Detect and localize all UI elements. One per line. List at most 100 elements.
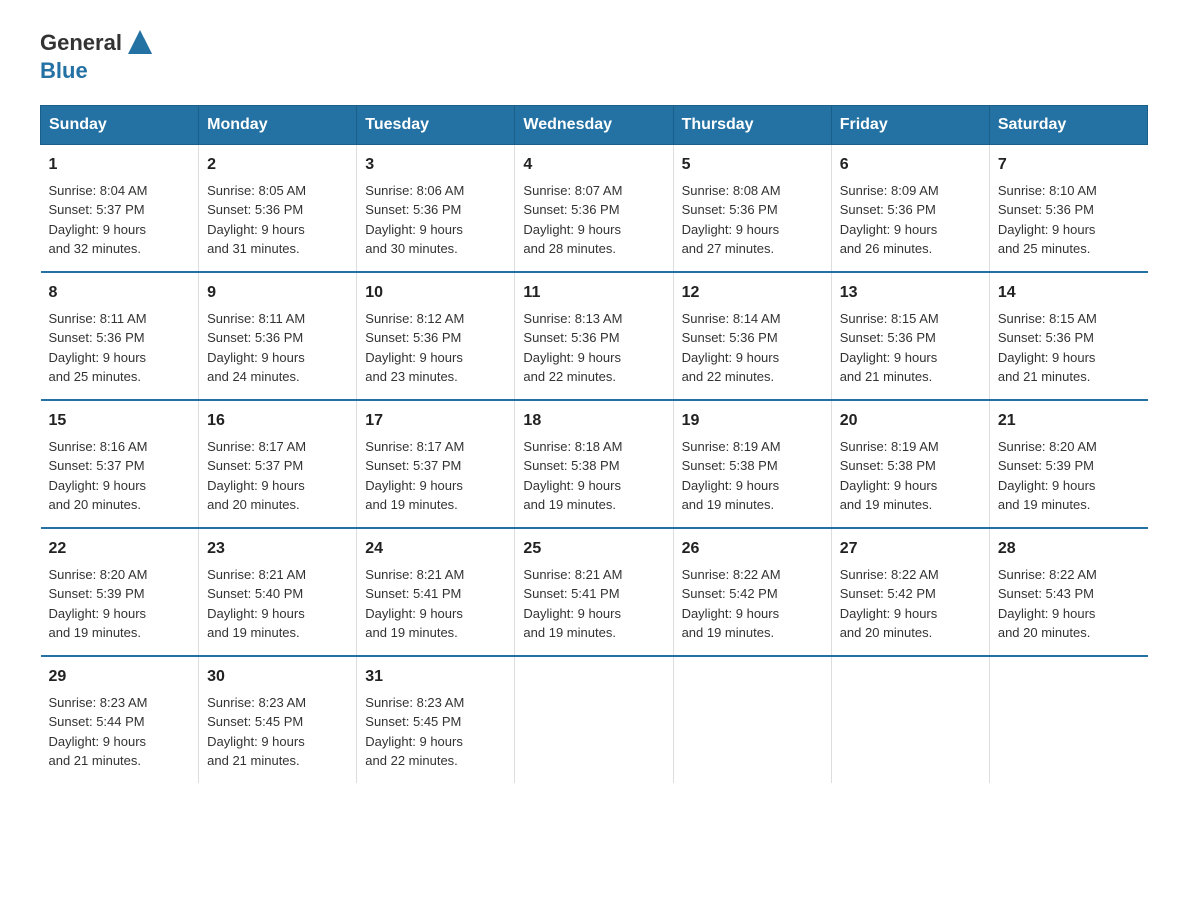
day-cell: 13 Sunrise: 8:15 AMSunset: 5:36 PMDayligh… (831, 272, 989, 400)
page-header: General Blue (40, 30, 1148, 85)
day-info: Sunrise: 8:13 AMSunset: 5:36 PMDaylight:… (523, 309, 664, 387)
day-number: 13 (840, 281, 981, 305)
day-cell (989, 656, 1147, 783)
day-number: 7 (998, 153, 1140, 177)
day-number: 18 (523, 409, 664, 433)
day-info: Sunrise: 8:19 AMSunset: 5:38 PMDaylight:… (682, 437, 823, 515)
day-number: 22 (49, 537, 191, 561)
day-cell: 28 Sunrise: 8:22 AMSunset: 5:43 PMDayligh… (989, 528, 1147, 656)
day-number: 23 (207, 537, 348, 561)
day-cell: 17 Sunrise: 8:17 AMSunset: 5:37 PMDayligh… (357, 400, 515, 528)
day-info: Sunrise: 8:21 AMSunset: 5:40 PMDaylight:… (207, 565, 348, 643)
logo-icon (124, 26, 156, 58)
calendar-body: 1Sunrise: 8:04 AMSunset: 5:37 PMDaylight… (41, 144, 1148, 783)
header-cell-tuesday: Tuesday (357, 105, 515, 144)
day-number: 4 (523, 153, 664, 177)
day-number: 25 (523, 537, 664, 561)
day-number: 11 (523, 281, 664, 305)
day-cell (831, 656, 989, 783)
day-cell: 26 Sunrise: 8:22 AMSunset: 5:42 PMDayligh… (673, 528, 831, 656)
day-cell: 7 Sunrise: 8:10 AMSunset: 5:36 PMDaylight… (989, 144, 1147, 272)
day-number: 15 (49, 409, 191, 433)
day-info: Sunrise: 8:22 AMSunset: 5:42 PMDaylight:… (682, 565, 823, 643)
day-cell: 25Sunrise: 8:21 AMSunset: 5:41 PMDayligh… (515, 528, 673, 656)
day-cell: 6 Sunrise: 8:09 AMSunset: 5:36 PMDaylight… (831, 144, 989, 272)
day-number: 6 (840, 153, 981, 177)
week-row-3: 15 Sunrise: 8:16 AMSunset: 5:37 PMDayligh… (41, 400, 1148, 528)
day-number: 19 (682, 409, 823, 433)
day-info: Sunrise: 8:18 AMSunset: 5:38 PMDaylight:… (523, 437, 664, 515)
day-number: 12 (682, 281, 823, 305)
day-info: Sunrise: 8:12 AMSunset: 5:36 PMDaylight:… (365, 309, 506, 387)
day-cell: 19 Sunrise: 8:19 AMSunset: 5:38 PMDayligh… (673, 400, 831, 528)
day-info: Sunrise: 8:05 AMSunset: 5:36 PMDaylight:… (207, 181, 348, 259)
header-cell-sunday: Sunday (41, 105, 199, 144)
day-number: 24 (365, 537, 506, 561)
calendar-table: SundayMondayTuesdayWednesdayThursdayFrid… (40, 105, 1148, 783)
day-cell: 11 Sunrise: 8:13 AMSunset: 5:36 PMDayligh… (515, 272, 673, 400)
day-cell: 4 Sunrise: 8:07 AMSunset: 5:36 PMDaylight… (515, 144, 673, 272)
day-info: Sunrise: 8:11 AMSunset: 5:36 PMDaylight:… (207, 309, 348, 387)
day-cell: 12 Sunrise: 8:14 AMSunset: 5:36 PMDayligh… (673, 272, 831, 400)
day-cell: 8 Sunrise: 8:11 AMSunset: 5:36 PMDaylight… (41, 272, 199, 400)
header-cell-monday: Monday (199, 105, 357, 144)
day-info: Sunrise: 8:17 AMSunset: 5:37 PMDaylight:… (207, 437, 348, 515)
day-number: 26 (682, 537, 823, 561)
day-cell: 31Sunrise: 8:23 AMSunset: 5:45 PMDayligh… (357, 656, 515, 783)
day-number: 28 (998, 537, 1140, 561)
week-row-5: 29 Sunrise: 8:23 AMSunset: 5:44 PMDayligh… (41, 656, 1148, 783)
day-info: Sunrise: 8:15 AMSunset: 5:36 PMDaylight:… (998, 309, 1140, 387)
day-cell: 24Sunrise: 8:21 AMSunset: 5:41 PMDayligh… (357, 528, 515, 656)
day-number: 17 (365, 409, 506, 433)
day-number: 27 (840, 537, 981, 561)
day-info: Sunrise: 8:22 AMSunset: 5:42 PMDaylight:… (840, 565, 981, 643)
day-cell: 30Sunrise: 8:23 AMSunset: 5:45 PMDayligh… (199, 656, 357, 783)
header-cell-friday: Friday (831, 105, 989, 144)
day-info: Sunrise: 8:14 AMSunset: 5:36 PMDaylight:… (682, 309, 823, 387)
day-number: 2 (207, 153, 348, 177)
header-cell-saturday: Saturday (989, 105, 1147, 144)
day-cell: 5 Sunrise: 8:08 AMSunset: 5:36 PMDaylight… (673, 144, 831, 272)
day-info: Sunrise: 8:23 AMSunset: 5:44 PMDaylight:… (49, 693, 191, 771)
week-row-4: 22 Sunrise: 8:20 AMSunset: 5:39 PMDayligh… (41, 528, 1148, 656)
day-info: Sunrise: 8:17 AMSunset: 5:37 PMDaylight:… (365, 437, 506, 515)
day-cell (515, 656, 673, 783)
day-cell: 2 Sunrise: 8:05 AMSunset: 5:36 PMDaylight… (199, 144, 357, 272)
day-number: 29 (49, 665, 191, 689)
logo-blue-text: Blue (40, 58, 88, 83)
day-number: 30 (207, 665, 348, 689)
day-info: Sunrise: 8:08 AMSunset: 5:36 PMDaylight:… (682, 181, 823, 259)
logo: General Blue (40, 30, 156, 85)
day-info: Sunrise: 8:09 AMSunset: 5:36 PMDaylight:… (840, 181, 981, 259)
day-cell: 1Sunrise: 8:04 AMSunset: 5:37 PMDaylight… (41, 144, 199, 272)
day-info: Sunrise: 8:11 AMSunset: 5:36 PMDaylight:… (49, 309, 191, 387)
day-number: 3 (365, 153, 506, 177)
calendar-header: SundayMondayTuesdayWednesdayThursdayFrid… (41, 105, 1148, 144)
day-info: Sunrise: 8:20 AMSunset: 5:39 PMDaylight:… (49, 565, 191, 643)
day-number: 10 (365, 281, 506, 305)
day-cell: 3Sunrise: 8:06 AMSunset: 5:36 PMDaylight… (357, 144, 515, 272)
day-info: Sunrise: 8:10 AMSunset: 5:36 PMDaylight:… (998, 181, 1140, 259)
day-number: 14 (998, 281, 1140, 305)
day-number: 16 (207, 409, 348, 433)
header-cell-wednesday: Wednesday (515, 105, 673, 144)
week-row-2: 8 Sunrise: 8:11 AMSunset: 5:36 PMDaylight… (41, 272, 1148, 400)
day-info: Sunrise: 8:23 AMSunset: 5:45 PMDaylight:… (365, 693, 506, 771)
day-info: Sunrise: 8:19 AMSunset: 5:38 PMDaylight:… (840, 437, 981, 515)
day-number: 8 (49, 281, 191, 305)
day-cell: 21Sunrise: 8:20 AMSunset: 5:39 PMDayligh… (989, 400, 1147, 528)
day-cell: 29 Sunrise: 8:23 AMSunset: 5:44 PMDayligh… (41, 656, 199, 783)
week-row-1: 1Sunrise: 8:04 AMSunset: 5:37 PMDaylight… (41, 144, 1148, 272)
day-number: 5 (682, 153, 823, 177)
day-number: 9 (207, 281, 348, 305)
day-info: Sunrise: 8:16 AMSunset: 5:37 PMDaylight:… (49, 437, 191, 515)
day-cell: 27 Sunrise: 8:22 AMSunset: 5:42 PMDayligh… (831, 528, 989, 656)
day-cell: 23 Sunrise: 8:21 AMSunset: 5:40 PMDayligh… (199, 528, 357, 656)
day-cell: 20Sunrise: 8:19 AMSunset: 5:38 PMDayligh… (831, 400, 989, 528)
day-info: Sunrise: 8:07 AMSunset: 5:36 PMDaylight:… (523, 181, 664, 259)
day-cell: 22 Sunrise: 8:20 AMSunset: 5:39 PMDayligh… (41, 528, 199, 656)
day-cell: 14 Sunrise: 8:15 AMSunset: 5:36 PMDayligh… (989, 272, 1147, 400)
day-info: Sunrise: 8:22 AMSunset: 5:43 PMDaylight:… (998, 565, 1140, 643)
day-info: Sunrise: 8:04 AMSunset: 5:37 PMDaylight:… (49, 181, 191, 259)
day-info: Sunrise: 8:15 AMSunset: 5:36 PMDaylight:… (840, 309, 981, 387)
